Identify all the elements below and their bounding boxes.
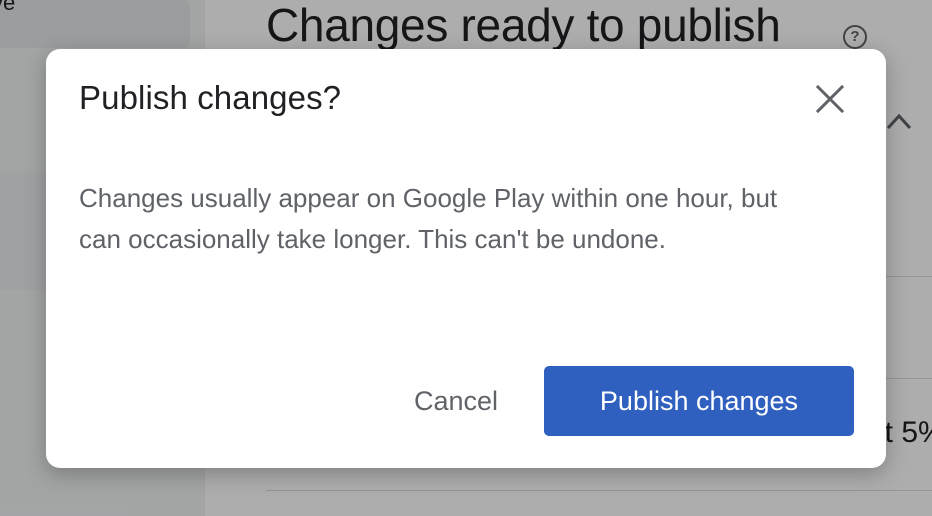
close-button[interactable]	[808, 77, 852, 121]
cancel-button[interactable]: Cancel	[392, 366, 520, 436]
close-icon	[815, 84, 845, 114]
dialog-title: Publish changes?	[79, 79, 342, 116]
publish-changes-button[interactable]: Publish changes	[544, 366, 854, 436]
publish-dialog: Publish changes? Changes usually appear …	[46, 49, 886, 468]
dialog-message: Changes usually appear on Google Play wi…	[79, 183, 778, 254]
